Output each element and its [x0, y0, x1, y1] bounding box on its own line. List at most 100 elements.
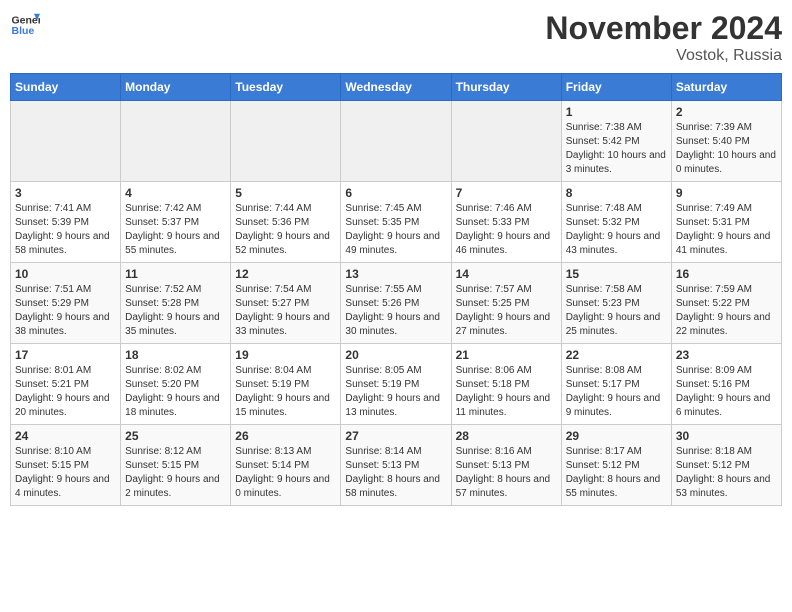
- day-number: 8: [566, 186, 667, 200]
- day-number: 4: [125, 186, 226, 200]
- day-number: 5: [235, 186, 336, 200]
- day-info: Sunrise: 7:57 AM Sunset: 5:25 PM Dayligh…: [456, 283, 557, 339]
- month-title: November 2024: [545, 10, 782, 47]
- day-number: 27: [345, 429, 446, 443]
- weekday-header: Saturday: [671, 74, 781, 101]
- weekday-header: Sunday: [11, 74, 121, 101]
- calendar-cell: 22 Sunrise: 8:08 AM Sunset: 5:17 PM Dayli…: [561, 344, 671, 425]
- day-number: 6: [345, 186, 446, 200]
- calendar-cell: 9 Sunrise: 7:49 AM Sunset: 5:31 PM Daylig…: [671, 182, 781, 263]
- day-number: 29: [566, 429, 667, 443]
- day-info: Sunrise: 7:52 AM Sunset: 5:28 PM Dayligh…: [125, 283, 226, 339]
- day-info: Sunrise: 8:12 AM Sunset: 5:15 PM Dayligh…: [125, 445, 226, 501]
- day-info: Sunrise: 7:54 AM Sunset: 5:27 PM Dayligh…: [235, 283, 336, 339]
- day-number: 12: [235, 267, 336, 281]
- day-info: Sunrise: 8:17 AM Sunset: 5:12 PM Dayligh…: [566, 445, 667, 501]
- day-number: 7: [456, 186, 557, 200]
- calendar-cell: 15 Sunrise: 7:58 AM Sunset: 5:23 PM Dayli…: [561, 263, 671, 344]
- day-info: Sunrise: 8:10 AM Sunset: 5:15 PM Dayligh…: [15, 445, 116, 501]
- calendar-cell: 10 Sunrise: 7:51 AM Sunset: 5:29 PM Dayli…: [11, 263, 121, 344]
- day-number: 9: [676, 186, 777, 200]
- weekday-header: Monday: [121, 74, 231, 101]
- day-number: 17: [15, 348, 116, 362]
- calendar-cell: 16 Sunrise: 7:59 AM Sunset: 5:22 PM Dayli…: [671, 263, 781, 344]
- page-header: General Blue November 2024 Vostok, Russi…: [10, 10, 782, 65]
- day-info: Sunrise: 8:06 AM Sunset: 5:18 PM Dayligh…: [456, 364, 557, 420]
- title-block: November 2024 Vostok, Russia: [545, 10, 782, 65]
- weekday-header-row: SundayMondayTuesdayWednesdayThursdayFrid…: [11, 74, 782, 101]
- logo: General Blue: [10, 10, 40, 40]
- day-number: 20: [345, 348, 446, 362]
- calendar-table: SundayMondayTuesdayWednesdayThursdayFrid…: [10, 73, 782, 506]
- calendar-cell: 6 Sunrise: 7:45 AM Sunset: 5:35 PM Daylig…: [341, 182, 451, 263]
- day-info: Sunrise: 7:48 AM Sunset: 5:32 PM Dayligh…: [566, 202, 667, 258]
- calendar-cell: 4 Sunrise: 7:42 AM Sunset: 5:37 PM Daylig…: [121, 182, 231, 263]
- day-info: Sunrise: 7:42 AM Sunset: 5:37 PM Dayligh…: [125, 202, 226, 258]
- calendar-cell: 13Sunrise: 7:55 AM Sunset: 5:26 PM Dayli…: [341, 263, 451, 344]
- day-info: Sunrise: 7:51 AM Sunset: 5:29 PM Dayligh…: [15, 283, 116, 339]
- day-number: 22: [566, 348, 667, 362]
- day-info: Sunrise: 8:05 AM Sunset: 5:19 PM Dayligh…: [345, 364, 446, 420]
- day-number: 10: [15, 267, 116, 281]
- day-number: 16: [676, 267, 777, 281]
- calendar-cell: 18Sunrise: 8:02 AM Sunset: 5:20 PM Dayli…: [121, 344, 231, 425]
- day-info: Sunrise: 7:41 AM Sunset: 5:39 PM Dayligh…: [15, 202, 116, 258]
- day-info: Sunrise: 8:14 AM Sunset: 5:13 PM Dayligh…: [345, 445, 446, 501]
- calendar-cell: [451, 101, 561, 182]
- calendar-cell: 14 Sunrise: 7:57 AM Sunset: 5:25 PM Dayli…: [451, 263, 561, 344]
- logo-icon: General Blue: [10, 10, 40, 40]
- calendar-cell: 25 Sunrise: 8:12 AM Sunset: 5:15 PM Dayli…: [121, 425, 231, 506]
- calendar-cell: 2 Sunrise: 7:39 AM Sunset: 5:40 PM Daylig…: [671, 101, 781, 182]
- day-info: Sunrise: 7:38 AM Sunset: 5:42 PM Dayligh…: [566, 121, 667, 177]
- day-number: 21: [456, 348, 557, 362]
- calendar-cell: 27 Sunrise: 8:14 AM Sunset: 5:13 PM Dayli…: [341, 425, 451, 506]
- calendar-cell: 11Sunrise: 7:52 AM Sunset: 5:28 PM Dayli…: [121, 263, 231, 344]
- calendar-week-row: 1Sunrise: 7:38 AM Sunset: 5:42 PM Daylig…: [11, 101, 782, 182]
- day-info: Sunrise: 7:44 AM Sunset: 5:36 PM Dayligh…: [235, 202, 336, 258]
- day-info: Sunrise: 8:08 AM Sunset: 5:17 PM Dayligh…: [566, 364, 667, 420]
- weekday-header: Wednesday: [341, 74, 451, 101]
- day-info: Sunrise: 8:04 AM Sunset: 5:19 PM Dayligh…: [235, 364, 336, 420]
- calendar-week-row: 17 Sunrise: 8:01 AM Sunset: 5:21 PM Dayli…: [11, 344, 782, 425]
- day-number: 25: [125, 429, 226, 443]
- calendar-cell: 8 Sunrise: 7:48 AM Sunset: 5:32 PM Daylig…: [561, 182, 671, 263]
- calendar-cell: 23Sunrise: 8:09 AM Sunset: 5:16 PM Dayli…: [671, 344, 781, 425]
- day-number: 19: [235, 348, 336, 362]
- calendar-week-row: 3 Sunrise: 7:41 AM Sunset: 5:39 PM Daylig…: [11, 182, 782, 263]
- day-info: Sunrise: 7:45 AM Sunset: 5:35 PM Dayligh…: [345, 202, 446, 258]
- calendar-cell: 21 Sunrise: 8:06 AM Sunset: 5:18 PM Dayli…: [451, 344, 561, 425]
- day-number: 13: [345, 267, 446, 281]
- day-info: Sunrise: 7:39 AM Sunset: 5:40 PM Dayligh…: [676, 121, 777, 177]
- day-info: Sunrise: 7:58 AM Sunset: 5:23 PM Dayligh…: [566, 283, 667, 339]
- day-info: Sunrise: 7:46 AM Sunset: 5:33 PM Dayligh…: [456, 202, 557, 258]
- calendar-cell: 30 Sunrise: 8:18 AM Sunset: 5:12 PM Dayli…: [671, 425, 781, 506]
- calendar-cell: [231, 101, 341, 182]
- calendar-cell: 19 Sunrise: 8:04 AM Sunset: 5:19 PM Dayli…: [231, 344, 341, 425]
- calendar-cell: 17 Sunrise: 8:01 AM Sunset: 5:21 PM Dayli…: [11, 344, 121, 425]
- day-info: Sunrise: 8:01 AM Sunset: 5:21 PM Dayligh…: [15, 364, 116, 420]
- day-info: Sunrise: 8:18 AM Sunset: 5:12 PM Dayligh…: [676, 445, 777, 501]
- day-info: Sunrise: 7:59 AM Sunset: 5:22 PM Dayligh…: [676, 283, 777, 339]
- day-info: Sunrise: 7:49 AM Sunset: 5:31 PM Dayligh…: [676, 202, 777, 258]
- day-number: 23: [676, 348, 777, 362]
- calendar-week-row: 10 Sunrise: 7:51 AM Sunset: 5:29 PM Dayli…: [11, 263, 782, 344]
- calendar-cell: [121, 101, 231, 182]
- calendar-cell: 7 Sunrise: 7:46 AM Sunset: 5:33 PM Daylig…: [451, 182, 561, 263]
- day-number: 28: [456, 429, 557, 443]
- calendar-cell: [11, 101, 121, 182]
- day-number: 14: [456, 267, 557, 281]
- calendar-cell: 1Sunrise: 7:38 AM Sunset: 5:42 PM Daylig…: [561, 101, 671, 182]
- day-info: Sunrise: 8:02 AM Sunset: 5:20 PM Dayligh…: [125, 364, 226, 420]
- day-number: 2: [676, 105, 777, 119]
- day-number: 24: [15, 429, 116, 443]
- calendar-cell: 5 Sunrise: 7:44 AM Sunset: 5:36 PM Daylig…: [231, 182, 341, 263]
- day-number: 26: [235, 429, 336, 443]
- day-number: 3: [15, 186, 116, 200]
- day-number: 30: [676, 429, 777, 443]
- day-number: 15: [566, 267, 667, 281]
- calendar-cell: 26Sunrise: 8:13 AM Sunset: 5:14 PM Dayli…: [231, 425, 341, 506]
- calendar-cell: 29 Sunrise: 8:17 AM Sunset: 5:12 PM Dayli…: [561, 425, 671, 506]
- calendar-cell: 3 Sunrise: 7:41 AM Sunset: 5:39 PM Daylig…: [11, 182, 121, 263]
- calendar-cell: 24 Sunrise: 8:10 AM Sunset: 5:15 PM Dayli…: [11, 425, 121, 506]
- calendar-cell: 28Sunrise: 8:16 AM Sunset: 5:13 PM Dayli…: [451, 425, 561, 506]
